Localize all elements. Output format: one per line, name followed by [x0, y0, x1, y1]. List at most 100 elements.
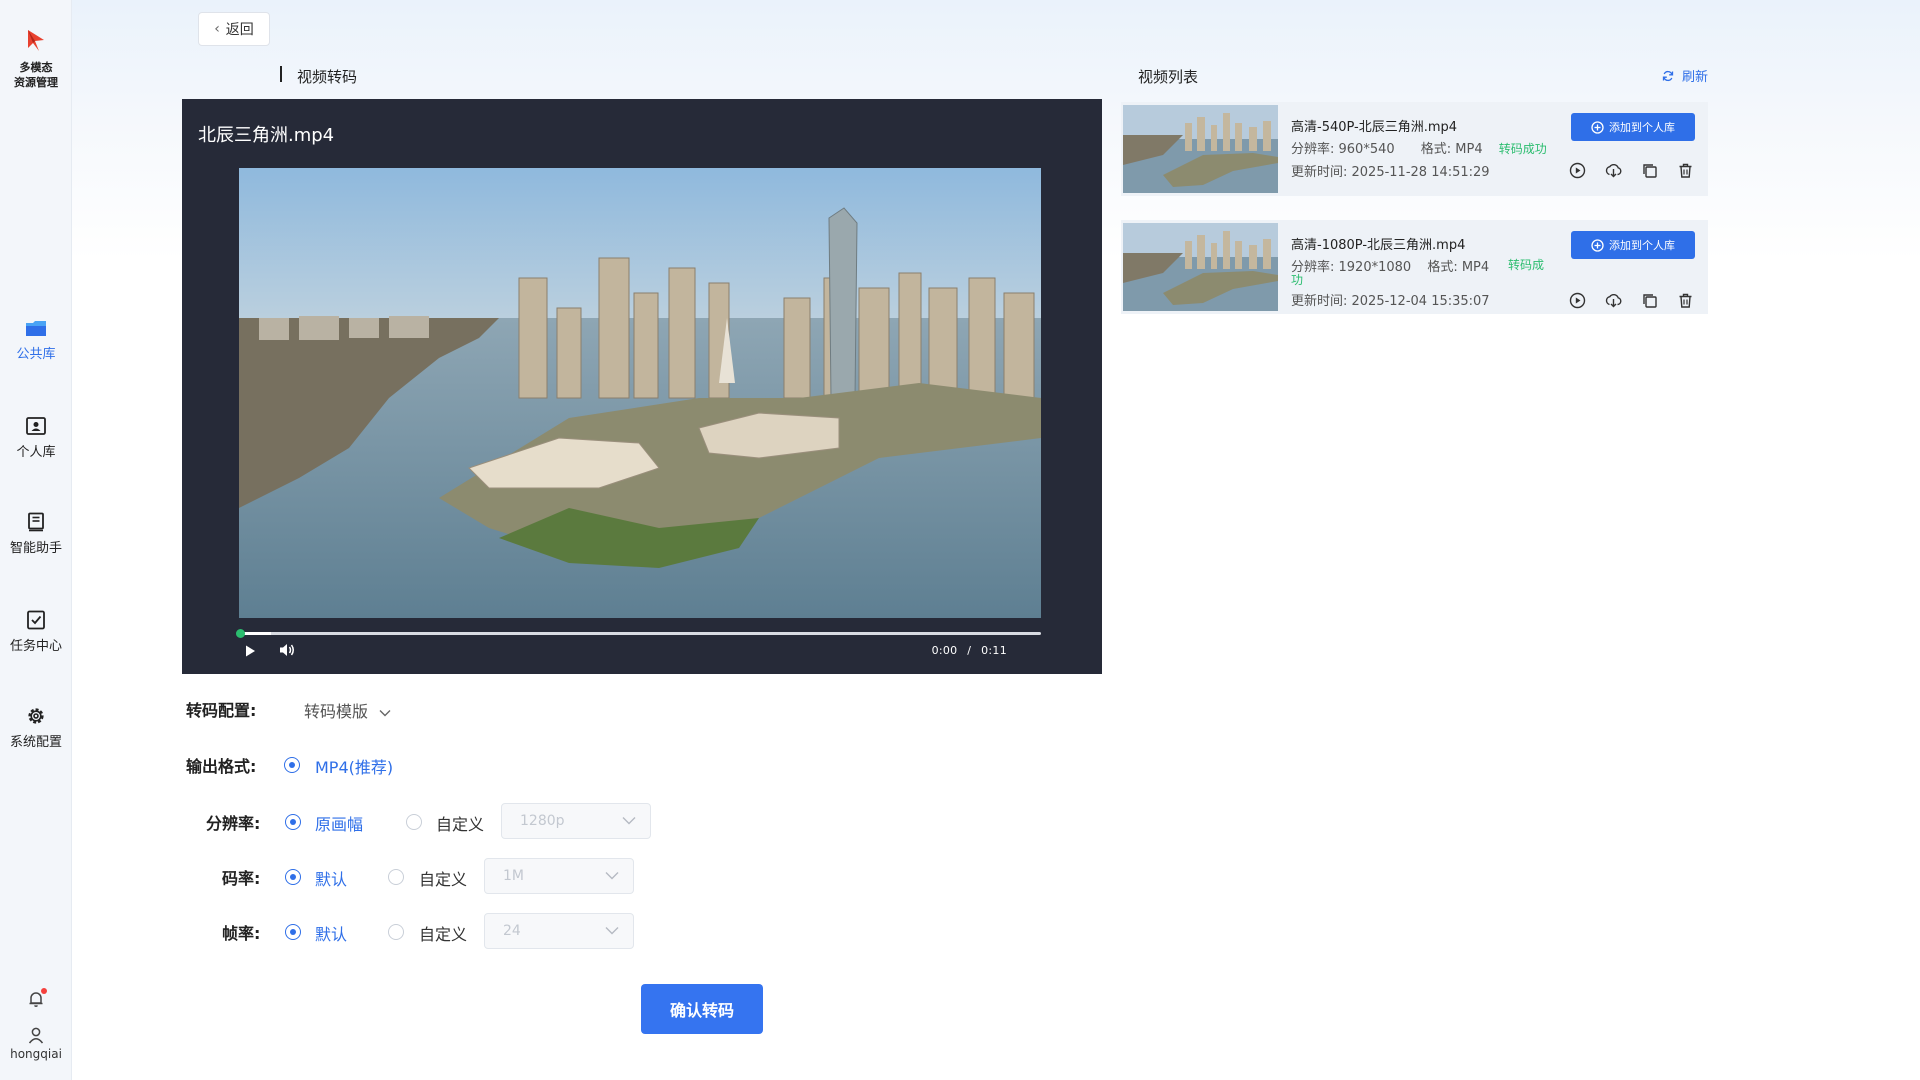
bitrate-custom-radio[interactable] [388, 869, 404, 885]
resolution-custom-label[interactable]: 自定义 [436, 811, 484, 835]
framerate-select[interactable]: 24 [484, 913, 634, 949]
section-title-transcode: 视频转码 [297, 68, 358, 86]
framerate-default-radio[interactable] [285, 924, 301, 940]
status-badge-wrap: 功 [1291, 273, 1303, 287]
video-thumbnail[interactable] [1123, 223, 1278, 311]
video-item-title: 高清-1080P-北辰三角洲.mp4 [1291, 238, 1466, 253]
trash-icon[interactable] [1677, 292, 1694, 309]
chevron-down-icon [605, 927, 619, 935]
status-line-2: 功 [1291, 273, 1304, 287]
format-mp4-label[interactable]: MP4(推荐) [315, 754, 393, 778]
bitrate-default-label[interactable]: 默认 [315, 866, 347, 890]
video-item-resolution: 分辨率: 960*540 [1291, 142, 1395, 157]
sidebar-item-label: 公共库 [16, 347, 56, 362]
volume-button[interactable] [278, 642, 296, 662]
video-list-item[interactable]: 高清-540P-北辰三角洲.mp4 分辨率: 960*540 格式: MP4 转… [1121, 102, 1708, 196]
app-logo[interactable]: 多模态 资源管理 [0, 26, 72, 90]
plus-circle-icon [1591, 120, 1604, 134]
sidebar-item-assistant[interactable]: 智能助手 [0, 512, 72, 556]
bitrate-default-radio[interactable] [285, 869, 301, 885]
framerate-custom-label[interactable]: 自定义 [419, 921, 467, 945]
download-icon[interactable] [1605, 292, 1622, 309]
resolution-select[interactable]: 1280p [501, 803, 651, 839]
back-label: 返回 [225, 22, 254, 38]
resolution-custom-radio[interactable] [406, 814, 422, 830]
progress-bar[interactable] [236, 629, 1041, 638]
framerate-select-value: 24 [503, 923, 521, 939]
resolution-label: 分辨率: [206, 814, 261, 833]
template-select[interactable]: 转码模版 [304, 698, 391, 722]
download-icon[interactable] [1605, 162, 1622, 179]
chevron-down-icon [605, 872, 619, 880]
user-menu[interactable]: hongqiai [0, 1026, 72, 1061]
bitrate-label: 码率: [222, 869, 261, 888]
video-item-meta: 分辨率: 960*540 格式: MP4 转码成功 [1291, 138, 1547, 157]
sidebar-item-label: 任务中心 [9, 639, 62, 654]
video-list-title: 视频列表 [1138, 68, 1199, 86]
time-display: 0:00 / 0:11 [932, 644, 1007, 657]
sidebar-item-label: 智能助手 [9, 541, 62, 556]
template-select-value: 转码模版 [304, 702, 369, 721]
sidebar-item-task-center[interactable]: 任务中心 [0, 610, 72, 654]
config-label: 转码配置: [186, 701, 257, 720]
resolution-select-value: 1280p [520, 813, 565, 829]
progress-handle[interactable] [236, 629, 245, 638]
volume-icon [280, 644, 294, 656]
format-mp4-radio[interactable] [284, 757, 300, 773]
person-card-icon [26, 417, 46, 435]
video-thumbnail[interactable] [1123, 105, 1278, 193]
sidebar-item-public-library[interactable]: 公共库 [0, 318, 72, 362]
framerate-default-label[interactable]: 默认 [315, 921, 347, 945]
back-button[interactable]: ‹ 返回 [198, 12, 270, 46]
user-icon [28, 1027, 44, 1044]
video-item-title: 高清-540P-北辰三角洲.mp4 [1291, 120, 1458, 135]
framerate-custom-radio[interactable] [388, 924, 404, 940]
logo-icon [28, 30, 44, 51]
play-circle-icon[interactable] [1569, 292, 1586, 309]
bitrate-select[interactable]: 1M [484, 858, 634, 894]
app-name-line1: 多模态 [19, 61, 53, 74]
app-name-line2: 资源管理 [14, 76, 58, 89]
time-separator: / [967, 644, 972, 657]
notification-button[interactable] [0, 988, 72, 1008]
thumbnail-image [1123, 105, 1278, 193]
play-button[interactable] [243, 643, 257, 662]
video-item-updated: 更新时间: 2025-11-28 14:51:29 [1291, 165, 1490, 180]
assistant-book-icon [28, 512, 44, 532]
copy-icon[interactable] [1641, 292, 1658, 309]
video-list-item[interactable]: 高清-1080P-北辰三角洲.mp4 分辨率: 1920*1080 格式: MP… [1121, 220, 1708, 314]
username: hongqiai [10, 1047, 62, 1061]
video-player: 北辰三角洲.mp4 0:00 / 0:11 [182, 99, 1102, 674]
play-circle-icon[interactable] [1569, 162, 1586, 179]
sidebar-item-label: 个人库 [16, 445, 56, 460]
video-frame[interactable] [239, 168, 1041, 618]
add-to-personal-button[interactable]: 添加到个人库 [1571, 113, 1695, 141]
folder-icon [26, 321, 46, 336]
gear-icon [28, 708, 44, 724]
time-current: 0:00 [931, 644, 958, 657]
status-badge: 转码成功 [1498, 142, 1547, 156]
refresh-button[interactable]: 刷新 [1662, 66, 1708, 85]
play-icon [246, 645, 255, 657]
bitrate-custom-label[interactable]: 自定义 [419, 866, 467, 890]
sidebar-item-personal-library[interactable]: 个人库 [0, 416, 72, 460]
task-check-icon [27, 610, 45, 630]
chevron-down-icon [379, 709, 391, 716]
copy-icon[interactable] [1641, 162, 1658, 179]
status-badge: 转码成 [1508, 258, 1544, 272]
video-item-format: 格式: MP4 [1420, 142, 1483, 157]
resolution-default-label[interactable]: 原画幅 [315, 811, 363, 835]
trash-icon[interactable] [1677, 162, 1694, 179]
video-item-updated: 更新时间: 2025-12-04 15:35:07 [1291, 294, 1490, 309]
plus-circle-icon [1591, 238, 1604, 252]
resolution-default-radio[interactable] [285, 814, 301, 830]
chevron-down-icon [622, 817, 636, 825]
confirm-transcode-button[interactable]: 确认转码 [641, 984, 763, 1034]
sidebar-item-label: 系统配置 [9, 735, 62, 750]
bitrate-select-value: 1M [503, 868, 524, 884]
add-to-personal-label: 添加到个人库 [1609, 121, 1675, 134]
video-item-format: 格式: MP4 [1427, 260, 1490, 275]
video-still-image [239, 168, 1041, 618]
add-to-personal-button[interactable]: 添加到个人库 [1571, 231, 1695, 259]
sidebar-item-system-config[interactable]: 系统配置 [0, 706, 72, 750]
